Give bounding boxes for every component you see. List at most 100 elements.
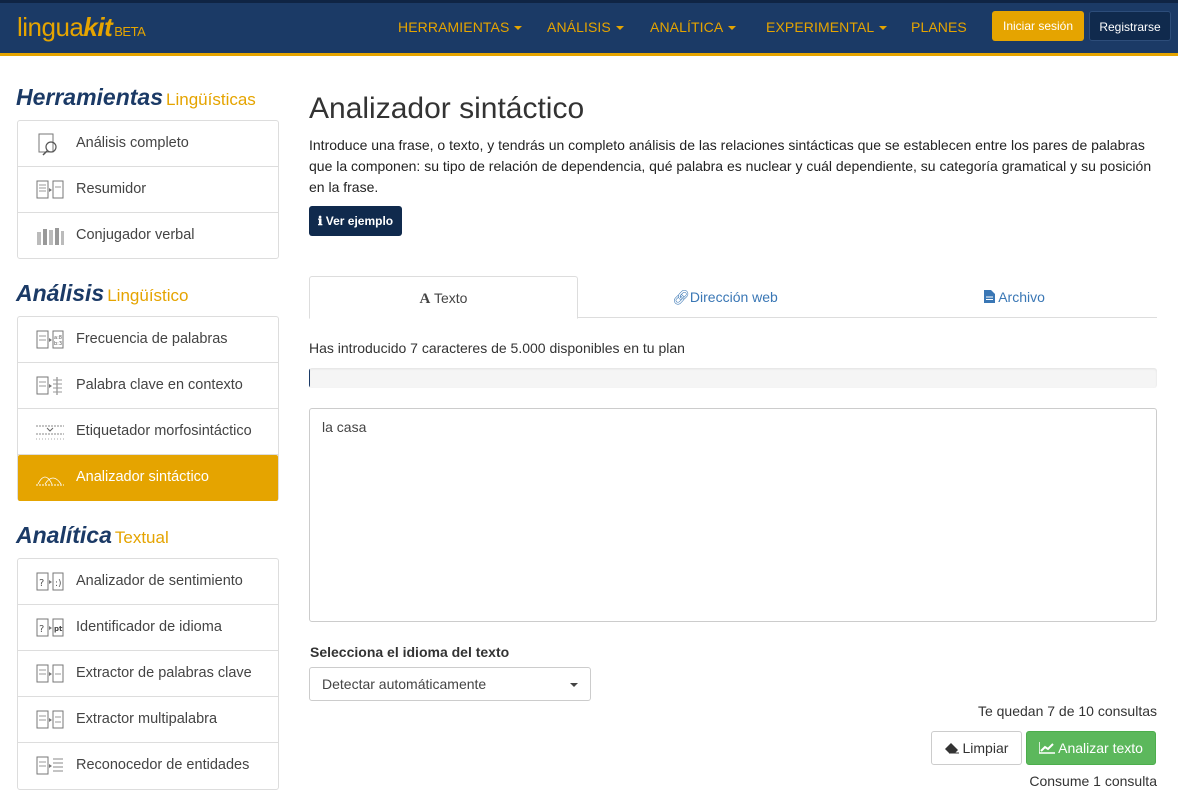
brand-name-part1: lingua	[17, 12, 84, 42]
line-chart-icon	[1038, 742, 1056, 754]
beta-badge: BETA	[114, 24, 146, 39]
nav-herramientas[interactable]: HERRAMIENTAS	[398, 19, 523, 35]
pos-tagger-icon	[36, 425, 64, 440]
svg-text:pt: pt	[54, 625, 63, 633]
caret-down-icon	[879, 26, 888, 31]
nav-analitica[interactable]: ANALÍTICA	[650, 19, 737, 35]
tools-list: Análisis completo Resumidor Conjugador v…	[17, 120, 279, 259]
sidebar-item-label: Conjugador verbal	[76, 227, 195, 243]
analysis-list: a:8 b:3 Frecuencia de palabras Palabra cl…	[17, 316, 279, 501]
nav-analitica-label: ANALÍTICA	[650, 19, 724, 35]
progress-fill	[309, 368, 310, 388]
sidebar-item-label: Analizador sintáctico	[76, 469, 209, 485]
nav-herramientas-label: HERRAMIENTAS	[398, 19, 510, 35]
sidebar-item-analizador-sentimiento[interactable]: ?:) Analizador de sentimiento	[18, 559, 278, 605]
sidebar-item-label: Reconocedor de entidades	[76, 757, 250, 773]
caret-down-icon	[728, 26, 737, 31]
language-selected-value: Detectar automáticamente	[322, 676, 487, 692]
nav-analisis[interactable]: ANÁLISIS	[547, 19, 624, 35]
sidebar-item-resumidor[interactable]: Resumidor	[18, 167, 278, 213]
section-title-sub: Lingüístico	[107, 286, 189, 305]
clear-button[interactable]: Limpiar	[931, 731, 1022, 765]
analyze-label: Analizar texto	[1058, 740, 1143, 756]
svg-text::): :)	[55, 579, 62, 589]
section-title-herramientas: Herramientas Lingüísticas	[16, 84, 256, 111]
sidebar-item-reconocedor-entidades[interactable]: Reconocedor de entidades	[18, 743, 278, 789]
sidebar-item-label: Palabra clave en contexto	[76, 377, 243, 393]
section-title-sub: Lingüísticas	[166, 90, 256, 109]
section-title-sub: Textual	[114, 528, 169, 547]
sidebar-item-palabra-clave-contexto[interactable]: Palabra clave en contexto	[18, 363, 278, 409]
sidebar-item-analisis-completo[interactable]: Análisis completo	[18, 121, 278, 167]
sidebar-item-label: Resumidor	[76, 181, 147, 197]
keyword-extractor-icon	[36, 664, 64, 683]
sidebar-item-label: Frecuencia de palabras	[76, 331, 228, 347]
login-button[interactable]: Iniciar sesión	[992, 11, 1084, 41]
sidebar-item-label: Extractor de palabras clave	[76, 665, 252, 681]
intro-paragraph: Introduce una frase, o texto, y tendrás …	[309, 137, 1152, 195]
section-title-analisis: Análisis Lingüístico	[16, 280, 189, 307]
keyword-context-icon	[36, 376, 62, 395]
svg-text:b:3: b:3	[54, 341, 62, 347]
sidebar-item-label: Identificador de idioma	[76, 619, 222, 635]
sidebar-item-label: Analizador de sentimiento	[76, 573, 243, 589]
section-title-main: Análisis	[16, 280, 105, 306]
register-button[interactable]: Registrarse	[1089, 11, 1171, 41]
sidebar-item-extractor-multipalabra[interactable]: Extractor multipalabra	[18, 697, 278, 743]
nav-planes-label: PLANES	[911, 19, 967, 35]
multiword-extractor-icon	[36, 710, 64, 729]
sidebar-item-etiquetador-morfosintactico[interactable]: Etiquetador morfosintáctico	[18, 409, 278, 455]
text-input[interactable]	[309, 408, 1157, 622]
top-navbar: linguakit BETA HERRAMIENTAS ANÁLISIS ANAL…	[0, 0, 1178, 56]
input-tabs: A Texto 🔗︎Dirección web Archivo	[309, 276, 1157, 319]
summarize-document-icon	[36, 180, 64, 199]
consume-text: Consume 1 consulta	[1029, 773, 1157, 789]
text-font-icon: A	[419, 291, 431, 307]
tab-direccion-web[interactable]: 🔗︎Dirección web	[578, 276, 872, 318]
nav-experimental-label: EXPERIMENTAL	[766, 19, 875, 35]
sidebar-item-label: Análisis completo	[76, 135, 189, 151]
nav-analisis-label: ANÁLISIS	[547, 19, 611, 35]
sidebar-item-label: Etiquetador morfosintáctico	[76, 423, 252, 439]
sidebar-item-conjugador-verbal[interactable]: Conjugador verbal	[18, 213, 278, 259]
tab-texto-label: Texto	[434, 290, 468, 306]
see-example-label: Ver ejemplo	[325, 214, 394, 228]
brand-logo[interactable]: linguakit BETA	[17, 12, 146, 43]
language-label: Selecciona el idioma del texto	[310, 644, 510, 660]
language-id-icon: ? pt	[36, 618, 64, 637]
conjugation-table-icon	[37, 228, 64, 245]
see-example-button[interactable]: ℹ Ver ejemplo	[309, 206, 402, 236]
section-title-main: Analítica	[16, 522, 112, 548]
clear-label: Limpiar	[962, 740, 1009, 756]
character-count-text: Has introducido 7 caracteres de 5.000 di…	[309, 340, 685, 356]
page-title: Analizador sintáctico	[309, 92, 585, 125]
eraser-icon	[944, 743, 959, 754]
sidebar-item-label: Extractor multipalabra	[76, 711, 218, 727]
word-frequency-icon: a:8b:3	[36, 330, 64, 349]
svg-text:?: ?	[39, 624, 44, 635]
sentiment-icon: ?:)	[36, 572, 64, 591]
caret-down-icon	[615, 26, 624, 31]
remaining-queries-text: Te quedan 7 de 10 consultas	[977, 703, 1157, 719]
syntax-tree-icon	[36, 476, 64, 486]
section-title-main: Herramientas	[16, 84, 164, 110]
sidebar-item-extractor-palabras-clave[interactable]: Extractor de palabras clave	[18, 651, 278, 697]
svg-text:?: ?	[39, 578, 44, 589]
info-icon: ℹ	[317, 214, 323, 228]
analyze-text-button[interactable]: Analizar texto	[1026, 731, 1156, 765]
nav-planes[interactable]: PLANES	[911, 19, 967, 35]
tab-archivo[interactable]: Archivo	[872, 276, 1157, 318]
sidebar-item-frecuencia-palabras[interactable]: a:8 b:3 Frecuencia de palabras	[18, 317, 278, 363]
nav-experimental[interactable]: EXPERIMENTAL	[766, 19, 888, 35]
language-select[interactable]: Detectar automáticamente	[309, 667, 591, 701]
tab-texto[interactable]: A Texto	[309, 276, 578, 319]
file-icon	[984, 290, 996, 303]
sidebar-item-identificador-idioma[interactable]: ? pt Identificador de idioma	[18, 605, 278, 651]
magnifier-document-icon	[38, 133, 57, 156]
entity-recognizer-icon	[36, 756, 63, 775]
caret-down-icon	[570, 683, 578, 687]
character-usage-progress	[309, 368, 1157, 388]
sidebar-item-analizador-sintactico[interactable]: Analizador sintáctico	[18, 455, 278, 501]
tab-direccion-web-label: Dirección web	[689, 289, 778, 305]
brand-name-part2: kit	[83, 12, 113, 42]
